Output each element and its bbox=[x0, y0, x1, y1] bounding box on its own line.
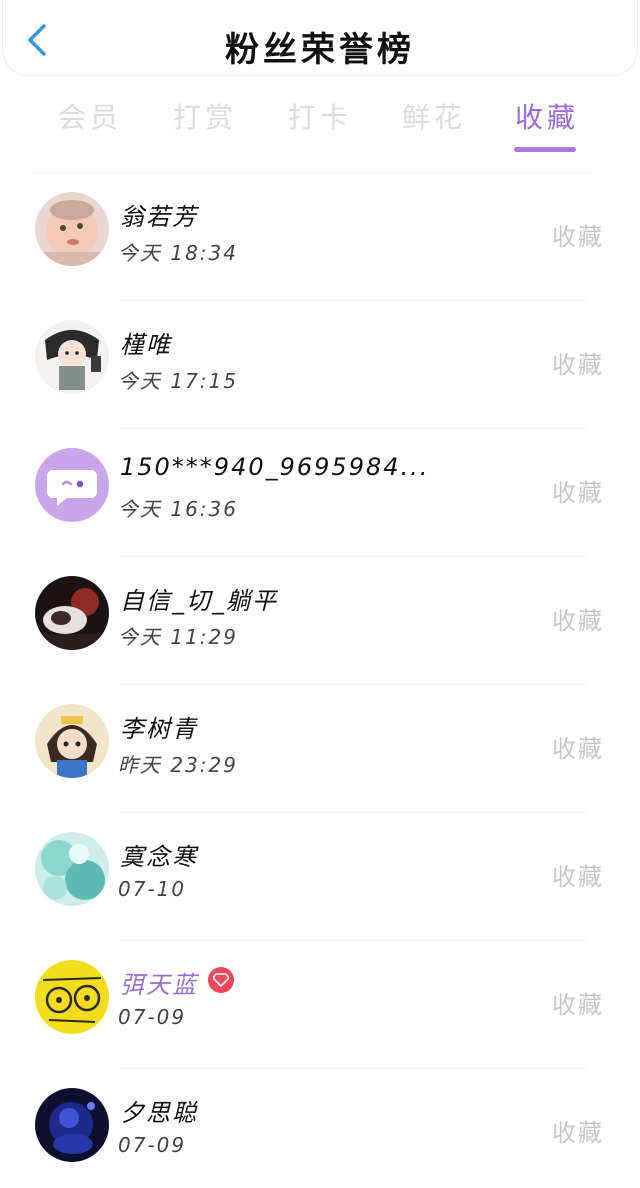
list-item[interactable]: 自信_切_躺平 今天 11:29 收藏 bbox=[0, 557, 640, 685]
user-name: 寞念寒 bbox=[120, 843, 198, 871]
tab-tipping[interactable]: 打赏 bbox=[155, 96, 255, 154]
list-item[interactable]: 寞念寒 07-10 收藏 bbox=[0, 813, 640, 941]
avatar[interactable] bbox=[35, 576, 109, 650]
favorite-time: 今天 17:15 bbox=[118, 369, 238, 393]
favorite-time: 昨天 23:29 bbox=[118, 753, 238, 777]
avatar[interactable] bbox=[35, 704, 109, 778]
favorite-time: 07-09 bbox=[118, 1133, 187, 1157]
active-tab-indicator bbox=[514, 147, 576, 152]
user-name: 夕思聪 bbox=[120, 1099, 198, 1127]
action-label: 收藏 bbox=[552, 223, 604, 251]
list-item[interactable]: 弭天蓝 07-09 收藏 bbox=[0, 941, 640, 1069]
tab-favorites[interactable]: 收藏 bbox=[497, 96, 597, 154]
user-name: 李树青 bbox=[120, 715, 198, 743]
avatar[interactable] bbox=[35, 832, 109, 906]
vip-badge bbox=[208, 967, 234, 993]
user-name: 150***940_9695984... bbox=[120, 453, 430, 481]
list-item[interactable]: 150***940_9695984... 今天 16:36 收藏 bbox=[0, 429, 640, 557]
action-label: 收藏 bbox=[552, 607, 604, 635]
avatar[interactable] bbox=[35, 320, 109, 394]
avatar[interactable] bbox=[35, 960, 109, 1034]
action-label: 收藏 bbox=[552, 863, 604, 891]
action-label: 收藏 bbox=[552, 351, 604, 379]
header-bar: 粉丝荣誉榜 bbox=[2, 0, 638, 76]
action-label: 收藏 bbox=[552, 1119, 604, 1147]
list-item[interactable]: 夕思聪 07-09 收藏 bbox=[0, 1069, 640, 1188]
page-title: 粉丝荣誉榜 bbox=[225, 30, 415, 70]
list-item[interactable]: 翁若芳 今天 18:34 收藏 bbox=[0, 173, 640, 301]
avatar[interactable] bbox=[35, 448, 109, 522]
list-item[interactable]: 李树青 昨天 23:29 收藏 bbox=[0, 685, 640, 813]
diamond-icon bbox=[213, 973, 229, 987]
tab-flowers[interactable]: 鲜花 bbox=[384, 96, 484, 154]
favorite-time: 今天 11:29 bbox=[118, 625, 238, 649]
favorite-time: 今天 16:36 bbox=[118, 497, 238, 521]
fan-list: 翁若芳 今天 18:34 收藏 槿唯 今天 17:15 收藏 150***940… bbox=[0, 173, 640, 1188]
action-label: 收藏 bbox=[552, 991, 604, 1019]
user-name: 自信_切_躺平 bbox=[120, 587, 278, 615]
tab-bar: 会员 打赏 打卡 鲜花 收藏 bbox=[0, 96, 640, 156]
user-name: 弭天蓝 bbox=[120, 971, 198, 999]
fan-honor-page: 粉丝荣誉榜 会员 打赏 打卡 鲜花 收藏 翁若芳 今天 18:34 收藏 槿唯 … bbox=[0, 0, 640, 1188]
list-item[interactable]: 槿唯 今天 17:15 收藏 bbox=[0, 301, 640, 429]
user-name: 翁若芳 bbox=[120, 203, 198, 231]
tab-checkin[interactable]: 打卡 bbox=[270, 96, 370, 154]
user-name: 槿唯 bbox=[120, 331, 172, 359]
avatar[interactable] bbox=[35, 1088, 109, 1162]
chat-bubble-icon bbox=[35, 448, 109, 522]
favorite-time: 07-10 bbox=[118, 877, 187, 901]
action-label: 收藏 bbox=[552, 479, 604, 507]
tab-membership[interactable]: 会员 bbox=[40, 96, 140, 154]
favorite-time: 07-09 bbox=[118, 1005, 187, 1029]
tab-favorites-label: 收藏 bbox=[514, 101, 579, 134]
favorite-time: 今天 18:34 bbox=[118, 241, 238, 265]
action-label: 收藏 bbox=[552, 735, 604, 763]
avatar[interactable] bbox=[35, 192, 109, 266]
